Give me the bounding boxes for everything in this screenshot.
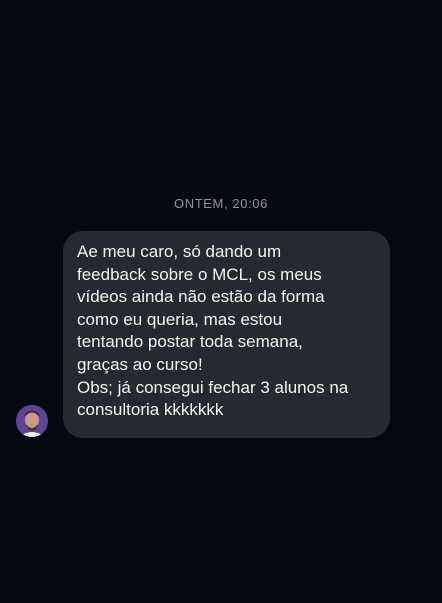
- avatar-portrait-icon: [16, 405, 48, 437]
- message-line: graças ao curso!: [77, 354, 203, 374]
- message-timestamp: ONTEM, 20:06: [174, 196, 268, 211]
- message-line: tentando postar toda semana,: [77, 332, 303, 352]
- message-line: feedback sobre o MCL, os meus: [77, 264, 322, 284]
- message-line: vídeos ainda não estão da forma: [77, 287, 325, 307]
- message-bubble[interactable]: Ae meu caro, só dando um feedback sobre …: [63, 231, 390, 438]
- incoming-message-row: Ae meu caro, só dando um feedback sobre …: [16, 231, 396, 439]
- message-line: consultoria kkkkkkk: [77, 400, 224, 420]
- chat-thread: ONTEM, 20:06 Ae meu caro, só dando um fe…: [0, 0, 442, 603]
- message-line: Obs; já consegui fechar 3 alunos na: [77, 377, 349, 397]
- message-line: como eu queria, mas estou: [77, 309, 283, 329]
- user-avatar-icon[interactable]: [16, 405, 48, 437]
- message-line: Ae meu caro, só dando um: [77, 242, 282, 261]
